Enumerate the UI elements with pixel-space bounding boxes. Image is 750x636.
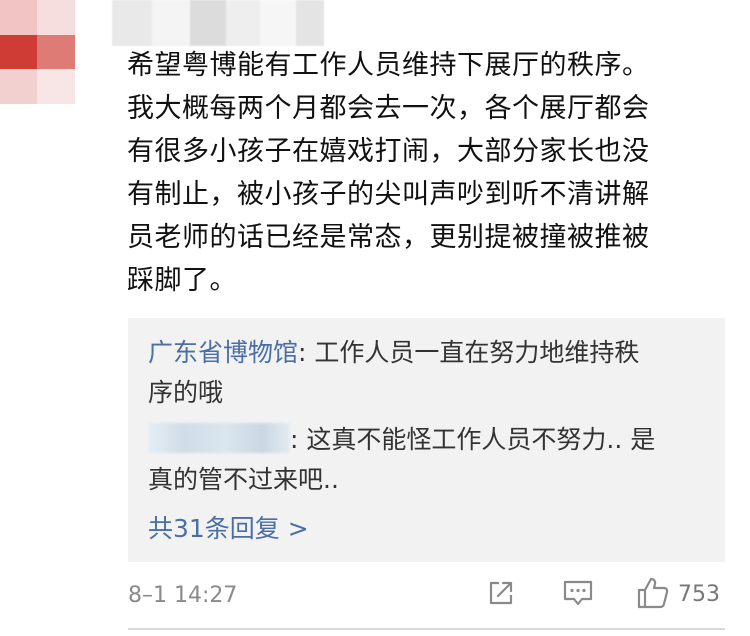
timestamp: 8–1 14:27 <box>128 583 238 608</box>
comment-line: 员老师的话已经是常态，更别提被撞被推被 <box>127 222 650 253</box>
reply-author-link[interactable]: 广东省博物馆 <box>148 338 298 367</box>
comment-button[interactable] <box>562 578 594 612</box>
reply-item[interactable]: : 这真不能怪工作人员不努力.. 是 真的管不过来吧.. <box>148 420 708 500</box>
reply-text: : 工作人员一直在努力地维持秩 <box>298 338 640 367</box>
avatar-pixel <box>74 34 112 70</box>
username-blur-segment <box>296 0 324 46</box>
share-button[interactable] <box>486 578 516 612</box>
username-blur-segment <box>260 0 296 46</box>
thumbs-up-icon <box>636 576 670 614</box>
comment-line: 有很多小孩子在嬉戏打闹，大部分家长也没 <box>127 136 650 167</box>
reply-text: : 这真不能怪工作人员不努力.. 是 <box>290 425 656 454</box>
username-blur-segment <box>226 0 260 46</box>
comment-line: 踩脚了。 <box>127 265 237 296</box>
comment-body: 希望粤博能有工作人员维持下展厅的秩序。 我大概每两个月都会去一次，各个展厅都会 … <box>127 44 727 302</box>
comment-line: 有制止，被小孩子的尖叫声吵到听不清讲解 <box>127 179 650 210</box>
share-icon <box>486 578 516 612</box>
reply-box: 广东省博物馆: 工作人员一直在努力地维持秩 序的哦 : 这真不能怪工作人员不努力… <box>128 318 725 562</box>
view-all-replies-link[interactable]: 共31条回复 > <box>148 509 309 549</box>
avatar-pixel <box>37 69 75 104</box>
comment-line: 希望粤博能有工作人员维持下展厅的秩序。 <box>127 50 650 81</box>
username-blur-segment <box>152 0 190 46</box>
avatar-pixel <box>74 69 112 104</box>
avatar-pixel <box>0 0 38 35</box>
username-blur-segment <box>112 0 152 46</box>
avatar-pixel <box>0 69 38 104</box>
reply-text: 序的哦 <box>148 378 224 407</box>
blurred-reply-author[interactable] <box>148 423 290 453</box>
like-button[interactable]: 753 <box>636 576 720 614</box>
like-count: 753 <box>678 582 720 607</box>
divider <box>128 628 725 630</box>
avatar-pixel <box>37 34 75 70</box>
avatar-pixel <box>37 0 75 35</box>
blurred-username[interactable] <box>112 0 324 46</box>
reply-text: 真的管不过来吧.. <box>148 465 339 494</box>
comment-line: 我大概每两个月都会去一次，各个展厅都会 <box>127 93 650 124</box>
avatar-pixel <box>74 0 112 35</box>
avatar[interactable] <box>0 0 112 104</box>
avatar-pixel <box>0 34 38 70</box>
comment-icon <box>562 578 594 612</box>
reply-item[interactable]: 广东省博物馆: 工作人员一直在努力地维持秩 序的哦 <box>148 333 708 413</box>
username-blur-segment <box>190 0 226 46</box>
